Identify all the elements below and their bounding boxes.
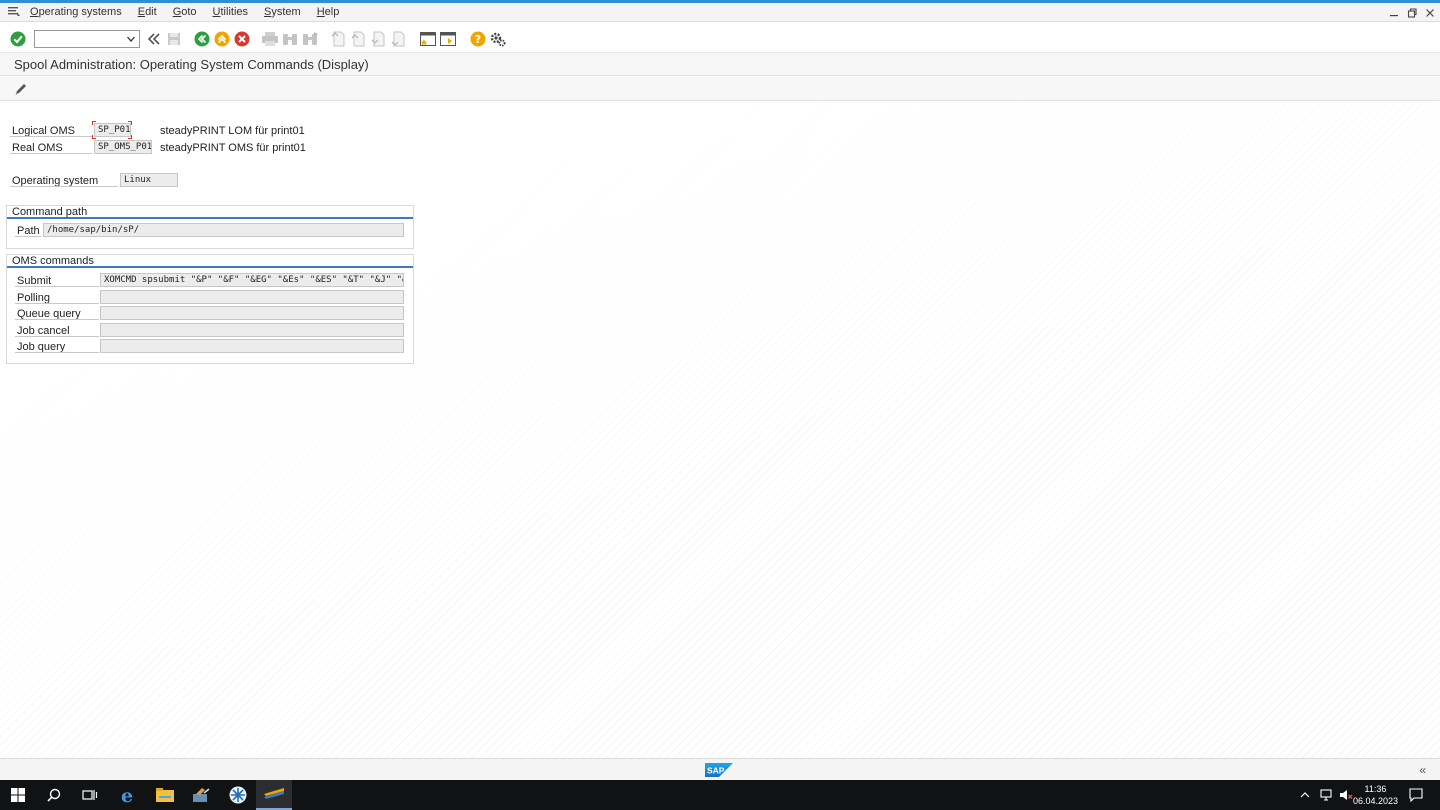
help-icon[interactable]: ? (468, 29, 488, 49)
operating-system-label-underline (10, 173, 118, 187)
display-change-icon[interactable] (11, 79, 31, 99)
edge-icon[interactable]: e (110, 780, 146, 810)
windows-start-icon[interactable] (0, 780, 36, 810)
previous-page-icon[interactable] (348, 29, 368, 49)
real-oms-label-underline (10, 140, 92, 154)
menu-operating-systems[interactable]: Operating systems (30, 6, 122, 18)
menu-bar: Operating systems Edit Goto Utilities Sy… (0, 3, 1440, 22)
content-background (0, 101, 1440, 758)
svg-text:?: ? (475, 33, 481, 46)
chevron-up-icon[interactable] (1298, 792, 1312, 798)
menu-utilities[interactable]: Utilities (213, 6, 248, 18)
real-oms-field[interactable]: SP_OMS_P01 (94, 140, 152, 154)
cancel-icon[interactable] (232, 29, 252, 49)
first-page-icon[interactable] (328, 29, 348, 49)
path-field[interactable]: /home/sap/bin/sP/ (43, 223, 404, 237)
taskbar-clock[interactable]: 11:36 06.04.2023 (1353, 783, 1398, 807)
menu-edit[interactable]: Edit (138, 6, 157, 18)
sap-gui-icon[interactable] (256, 780, 292, 810)
job-cancel-label-underline (15, 323, 99, 337)
file-explorer-icon[interactable] (147, 780, 183, 810)
queue-query-field[interactable] (100, 306, 404, 320)
command-field[interactable] (34, 30, 140, 48)
submit-label-underline (15, 273, 99, 287)
network-icon[interactable] (1316, 789, 1336, 801)
sap-logon-icon[interactable] (220, 780, 256, 810)
path-label-underline (15, 223, 41, 237)
operating-system-field[interactable]: Linux (120, 173, 178, 187)
system-tray (1298, 780, 1356, 810)
oms-commands-group: OMS commands Submit XOMCMD spsubmit "&P"… (6, 254, 414, 364)
submit-field[interactable]: XOMCMD spsubmit "&P" "&F" "&EG" "&Es" "&… (100, 273, 404, 287)
command-path-group-header: Command path (7, 206, 413, 219)
queue-query-label-underline (15, 306, 99, 320)
tools-icon[interactable] (183, 780, 219, 810)
polling-field[interactable] (100, 290, 404, 304)
command-path-group-title: Command path (12, 206, 88, 218)
new-session-icon[interactable] (418, 29, 438, 49)
clock-time: 11:36 (1364, 784, 1387, 794)
sap-logo-icon: SAP (705, 763, 733, 777)
svg-text:e: e (121, 786, 133, 804)
task-view-icon[interactable] (72, 780, 108, 810)
search-icon[interactable] (36, 780, 72, 810)
title-bar: Spool Administration: Operating System C… (0, 52, 1440, 76)
focus-corner (92, 121, 96, 125)
page-title: Spool Administration: Operating System C… (14, 57, 369, 72)
menu-system[interactable]: System (264, 6, 301, 18)
enter-icon[interactable] (8, 29, 28, 49)
standard-toolbar: ? (0, 27, 1440, 51)
find-icon[interactable] (280, 29, 300, 49)
back-icon[interactable] (192, 29, 212, 49)
next-page-icon[interactable] (368, 29, 388, 49)
job-query-field[interactable] (100, 339, 404, 353)
status-collapse-button[interactable]: « (1419, 763, 1426, 777)
job-cancel-field[interactable] (100, 323, 404, 337)
taskbar: e 11:36 06.04.2023 (0, 780, 1440, 810)
oms-commands-group-header: OMS commands (7, 255, 413, 268)
clock-date: 06.04.2023 (1352, 796, 1398, 806)
menu-help[interactable]: Help (317, 6, 340, 18)
minimize-icon[interactable] (1388, 7, 1400, 19)
oms-commands-group-title: OMS commands (12, 255, 94, 267)
window-controls (1388, 3, 1436, 22)
restore-icon[interactable] (1406, 7, 1418, 19)
menu-icon[interactable] (4, 3, 24, 21)
logical-oms-description: steadyPRINT LOM für print01 (160, 125, 305, 137)
find-next-icon[interactable] (300, 29, 320, 49)
shortcut-icon[interactable] (438, 29, 458, 49)
focus-corner (128, 121, 132, 125)
real-oms-description: steadyPRINT OMS für print01 (160, 142, 306, 154)
close-icon[interactable] (1424, 7, 1436, 19)
logical-oms-field[interactable]: SP_P01 (94, 123, 131, 137)
logical-oms-label-underline (10, 123, 92, 137)
sap-logo-text: SAP (707, 766, 725, 776)
status-bar: SAP « (0, 758, 1440, 780)
exit-icon[interactable] (212, 29, 232, 49)
menu-goto[interactable]: Goto (173, 6, 197, 18)
focus-corner (92, 135, 96, 139)
application-toolbar (0, 77, 1440, 101)
chevron-down-icon[interactable] (125, 33, 137, 45)
last-page-icon[interactable] (388, 29, 408, 49)
notifications-icon[interactable] (1398, 780, 1434, 810)
job-query-label-underline (15, 339, 99, 353)
command-path-group: Command path Path /home/sap/bin/sP/ (6, 205, 414, 249)
settings-icon[interactable] (488, 29, 508, 49)
collapse-icon[interactable] (144, 29, 164, 49)
print-icon[interactable] (260, 29, 280, 49)
polling-label-underline (15, 290, 99, 304)
content-area: Logical OMS SP_P01 steadyPRINT LOM für p… (0, 101, 1440, 758)
focus-corner (128, 135, 132, 139)
save-icon[interactable] (164, 29, 184, 49)
